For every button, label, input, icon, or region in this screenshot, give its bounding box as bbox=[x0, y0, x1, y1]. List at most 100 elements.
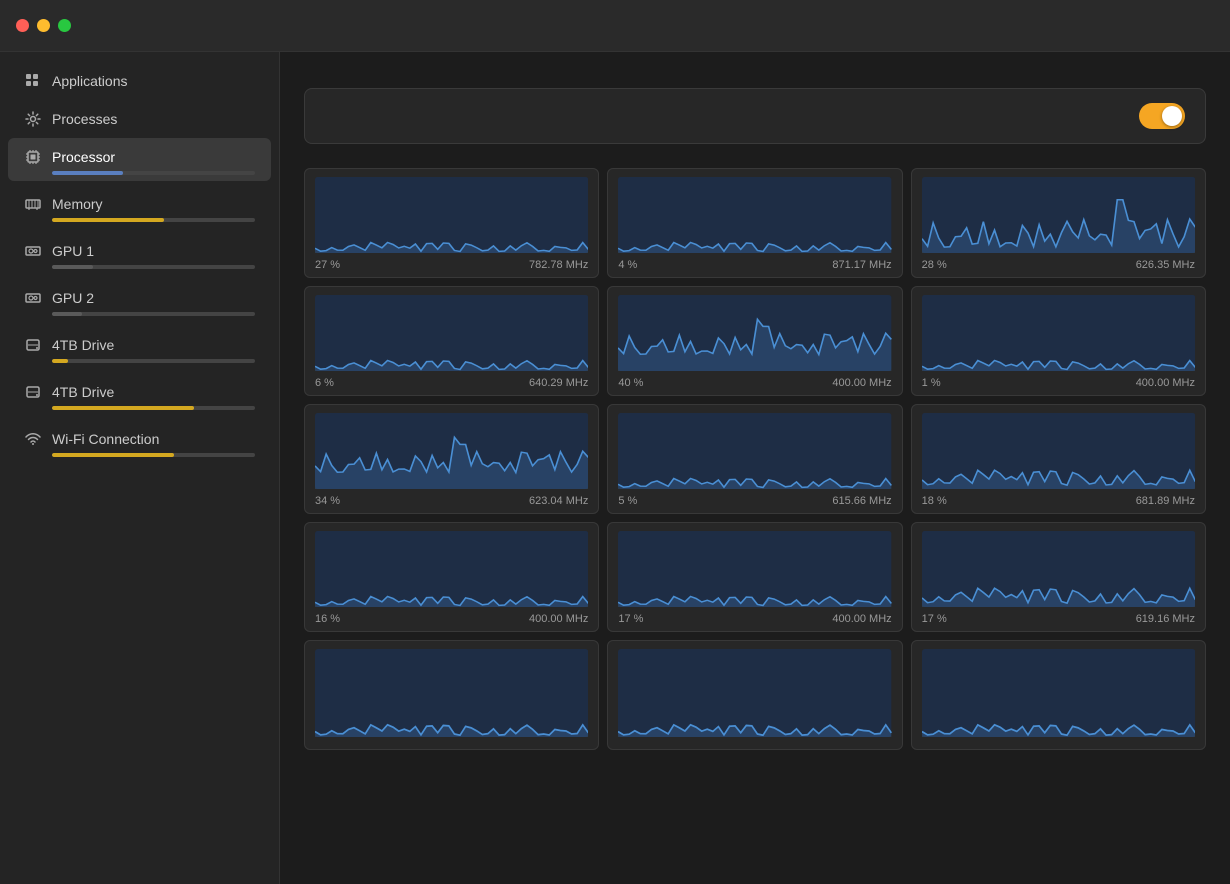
sidebar-item-wifi[interactable]: Wi-Fi Connection bbox=[8, 420, 271, 463]
sidebar-label-processor: Processor bbox=[52, 149, 255, 165]
cpu-freq-4: 400.00 MHz bbox=[832, 377, 891, 389]
options-row bbox=[305, 89, 1205, 143]
cpu-chart-12 bbox=[315, 649, 588, 737]
cpu-stats-10: 17 % 400.00 MHz bbox=[618, 613, 891, 625]
options-box bbox=[304, 88, 1206, 144]
sidebar-label-gpu2: GPU 2 bbox=[52, 290, 255, 306]
cpu-chart-1 bbox=[618, 177, 891, 253]
cpu-cell-10: 17 % 400.00 MHz bbox=[607, 522, 902, 632]
sidebar-bar-container-memory bbox=[24, 218, 255, 222]
sidebar-label-processes: Processes bbox=[52, 111, 255, 127]
sidebar-item-processor[interactable]: Processor bbox=[8, 138, 271, 181]
cpu-freq-6: 623.04 MHz bbox=[529, 495, 588, 507]
sidebar-item-drive2[interactable]: 4TB Drive bbox=[8, 373, 271, 416]
grid-icon bbox=[24, 72, 42, 90]
sidebar-bar-container-processor bbox=[24, 171, 255, 175]
gpu-icon bbox=[24, 289, 42, 307]
cpu-freq-5: 400.00 MHz bbox=[1136, 377, 1195, 389]
cpu-chart-4 bbox=[618, 295, 891, 371]
cpu-cell-9: 16 % 400.00 MHz bbox=[304, 522, 599, 632]
sidebar-item-applications[interactable]: Applications bbox=[8, 62, 271, 96]
sidebar-bar-drive1 bbox=[52, 359, 255, 363]
sidebar-bar-container-gpu2 bbox=[24, 312, 255, 316]
memory-icon bbox=[24, 195, 42, 213]
cpu-grid: 27 % 782.78 MHz 4 % 871.17 MHz 28 % 626.… bbox=[304, 168, 1206, 750]
cpu-chart-7 bbox=[618, 413, 891, 489]
sidebar-item-drive1[interactable]: 4TB Drive bbox=[8, 326, 271, 369]
sidebar-bar-wifi bbox=[52, 453, 255, 457]
cpu-cell-8: 18 % 681.89 MHz bbox=[911, 404, 1206, 514]
sidebar-label-wifi: Wi-Fi Connection bbox=[52, 431, 255, 447]
cpu-icon bbox=[24, 148, 42, 166]
cpu-cell-1: 4 % 871.17 MHz bbox=[607, 168, 902, 278]
cpu-cell-7: 5 % 615.66 MHz bbox=[607, 404, 902, 514]
drive-icon bbox=[24, 383, 42, 401]
sidebar: Applications Processes Processor bbox=[0, 52, 280, 884]
cpu-percent-0: 27 % bbox=[315, 259, 340, 271]
sidebar-bar-fill-wifi bbox=[52, 453, 174, 457]
cpu-percent-9: 16 % bbox=[315, 613, 340, 625]
sidebar-label-gpu1: GPU 1 bbox=[52, 243, 255, 259]
content-area: 27 % 782.78 MHz 4 % 871.17 MHz 28 % 626.… bbox=[280, 52, 1230, 884]
gear-icon bbox=[24, 110, 42, 128]
sidebar-item-processes[interactable]: Processes bbox=[8, 100, 271, 134]
cpu-chart-2 bbox=[922, 177, 1195, 253]
cpu-chart-6 bbox=[315, 413, 588, 489]
cpu-chart-13 bbox=[618, 649, 891, 737]
cpu-freq-0: 782.78 MHz bbox=[529, 259, 588, 271]
cpu-percent-3: 6 % bbox=[315, 377, 334, 389]
main-layout: Applications Processes Processor bbox=[0, 52, 1230, 884]
maximize-button[interactable] bbox=[58, 19, 71, 32]
cpu-stats-4: 40 % 400.00 MHz bbox=[618, 377, 891, 389]
cpu-stats-1: 4 % 871.17 MHz bbox=[618, 259, 891, 271]
cpu-stats-3: 6 % 640.29 MHz bbox=[315, 377, 588, 389]
cpu-cell-11: 17 % 619.16 MHz bbox=[911, 522, 1206, 632]
cpu-percent-1: 4 % bbox=[618, 259, 637, 271]
cpu-percent-5: 1 % bbox=[922, 377, 941, 389]
cpu-chart-0 bbox=[315, 177, 588, 253]
minimize-button[interactable] bbox=[37, 19, 50, 32]
sidebar-label-drive2: 4TB Drive bbox=[52, 384, 255, 400]
cpu-stats-11: 17 % 619.16 MHz bbox=[922, 613, 1195, 625]
cpu-freq-3: 640.29 MHz bbox=[529, 377, 588, 389]
cpu-stats-5: 1 % 400.00 MHz bbox=[922, 377, 1195, 389]
sidebar-label-applications: Applications bbox=[52, 73, 255, 89]
sidebar-bar-drive2 bbox=[52, 406, 255, 410]
cpu-percent-7: 5 % bbox=[618, 495, 637, 507]
cpu-chart-10 bbox=[618, 531, 891, 607]
sidebar-item-gpu2[interactable]: GPU 2 bbox=[8, 279, 271, 322]
cpu-stats-2: 28 % 626.35 MHz bbox=[922, 259, 1195, 271]
cpu-cell-0: 27 % 782.78 MHz bbox=[304, 168, 599, 278]
cpu-percent-6: 34 % bbox=[315, 495, 340, 507]
sidebar-label-drive1: 4TB Drive bbox=[52, 337, 255, 353]
cpu-stats-0: 27 % 782.78 MHz bbox=[315, 259, 588, 271]
sidebar-bar-gpu1 bbox=[52, 265, 255, 269]
sidebar-item-memory[interactable]: Memory bbox=[8, 185, 271, 228]
cpu-cell-5: 1 % 400.00 MHz bbox=[911, 286, 1206, 396]
titlebar bbox=[0, 0, 1230, 52]
cpu-chart-14 bbox=[922, 649, 1195, 737]
cpu-percent-2: 28 % bbox=[922, 259, 947, 271]
cpu-chart-8 bbox=[922, 413, 1195, 489]
cpu-cell-12 bbox=[304, 640, 599, 750]
cpu-chart-5 bbox=[922, 295, 1195, 371]
sidebar-bar-processor bbox=[52, 171, 255, 175]
cpu-freq-8: 681.89 MHz bbox=[1136, 495, 1195, 507]
sidebar-bar-container-drive2 bbox=[24, 406, 255, 410]
sidebar-item-gpu1[interactable]: GPU 1 bbox=[8, 232, 271, 275]
sidebar-bar-gpu2 bbox=[52, 312, 255, 316]
cpu-cell-14 bbox=[911, 640, 1206, 750]
cpu-stats-9: 16 % 400.00 MHz bbox=[315, 613, 588, 625]
cpu-freq-9: 400.00 MHz bbox=[529, 613, 588, 625]
window-controls bbox=[16, 19, 87, 32]
cpu-freq-10: 400.00 MHz bbox=[832, 613, 891, 625]
cpu-chart-3 bbox=[315, 295, 588, 371]
cpu-percent-11: 17 % bbox=[922, 613, 947, 625]
cpu-percent-10: 17 % bbox=[618, 613, 643, 625]
logical-cpu-toggle[interactable] bbox=[1139, 103, 1185, 129]
close-button[interactable] bbox=[16, 19, 29, 32]
cpu-cell-4: 40 % 400.00 MHz bbox=[607, 286, 902, 396]
cpu-cell-6: 34 % 623.04 MHz bbox=[304, 404, 599, 514]
sidebar-bar-fill-drive2 bbox=[52, 406, 194, 410]
cpu-cell-2: 28 % 626.35 MHz bbox=[911, 168, 1206, 278]
